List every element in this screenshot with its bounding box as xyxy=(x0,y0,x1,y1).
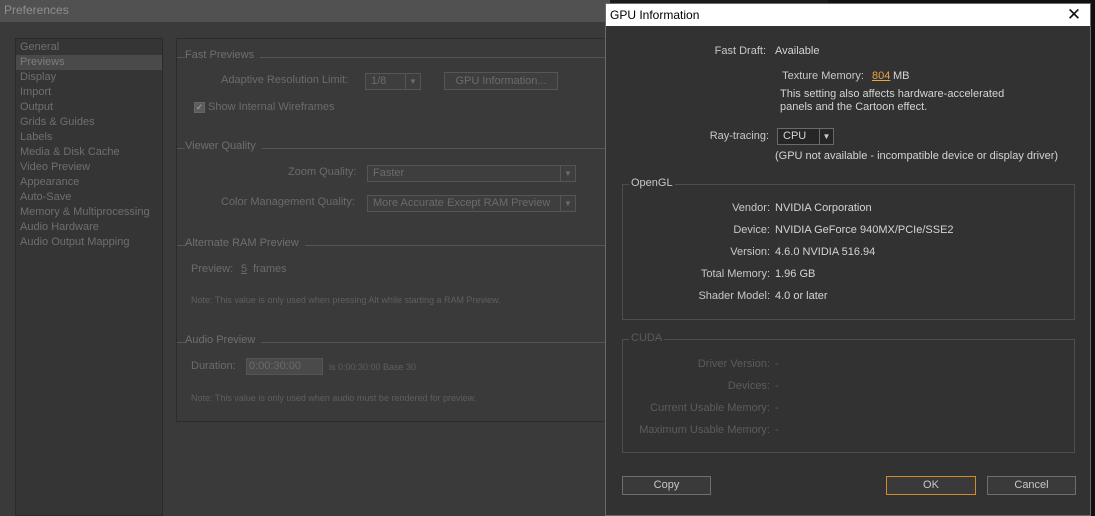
gpu-information-button[interactable]: GPU Information... xyxy=(444,72,558,90)
color-management-value: More Accurate Except RAM Preview xyxy=(373,197,551,209)
category-item-video-preview[interactable]: Video Preview xyxy=(16,160,162,175)
raytracing-value: CPU xyxy=(783,130,807,142)
category-item-display[interactable]: Display xyxy=(16,70,162,85)
duration-input[interactable]: 0:00:30:00 xyxy=(246,358,323,375)
chevron-down-icon: ▼ xyxy=(560,166,575,181)
cuda-devices-value: - xyxy=(775,380,779,392)
preferences-window: Preferences General Previews Display Imp… xyxy=(0,0,611,516)
cuda-group: CUDA Driver Version: - Devices: - Curren… xyxy=(622,332,1075,453)
duration-label: Duration: xyxy=(191,360,236,372)
texture-memory-label: Texture Memory: xyxy=(782,70,864,82)
opengl-version-label: Version: xyxy=(730,246,770,258)
fast-draft-label: Fast Draft: xyxy=(714,45,766,57)
category-item-labels[interactable]: Labels xyxy=(16,130,162,145)
category-item-previews[interactable]: Previews xyxy=(16,55,162,70)
cuda-current-memory-value: - xyxy=(775,402,779,414)
category-item-appearance[interactable]: Appearance xyxy=(16,175,162,190)
fast-previews-group: Fast Previews Adaptive Resolution Limit:… xyxy=(177,49,611,129)
raytracing-label: Ray-tracing: xyxy=(709,130,769,142)
background-strip-right xyxy=(1091,0,1095,516)
cuda-driver-version-label: Driver Version: xyxy=(697,358,770,370)
opengl-version-value: 4.6.0 NVIDIA 516.94 xyxy=(775,246,876,258)
opengl-title: OpenGL xyxy=(629,177,675,189)
show-wireframes-checkbox[interactable]: ✓ xyxy=(194,102,205,113)
raytracing-note: (GPU not available - incompatible device… xyxy=(775,150,1059,162)
opengl-shader-model-label: Shader Model: xyxy=(698,290,770,302)
chevron-down-icon: ▼ xyxy=(819,129,833,144)
raytracing-dropdown[interactable]: CPU ▼ xyxy=(777,128,834,145)
alternate-ram-group: Alternate RAM Preview Preview: 5 frames … xyxy=(177,237,611,325)
copy-button[interactable]: Copy xyxy=(622,476,711,495)
category-item-audio-output-mapping[interactable]: Audio Output Mapping xyxy=(16,235,162,250)
preferences-titlebar: Preferences xyxy=(0,0,610,22)
opengl-device-value: NVIDIA GeForce 940MX/PCIe/SSE2 xyxy=(775,224,954,236)
opengl-vendor-label: Vendor: xyxy=(732,202,770,214)
opengl-shader-model-value: 4.0 or later xyxy=(775,290,828,302)
cuda-max-memory-value: - xyxy=(775,424,779,436)
zoom-quality-dropdown[interactable]: Faster ▼ xyxy=(367,165,576,182)
gpu-dialog-titlebar[interactable]: GPU Information ✕ xyxy=(606,4,1090,26)
gpu-information-dialog: GPU Information ✕ Fast Draft: Available … xyxy=(605,3,1091,516)
preview-unit: frames xyxy=(253,263,287,275)
duration-info: is 0:00:30:00 Base 30 xyxy=(329,362,417,372)
alternate-ram-note: Note: This value is only used when press… xyxy=(191,295,501,305)
color-management-dropdown[interactable]: More Accurate Except RAM Preview ▼ xyxy=(367,195,576,212)
viewer-quality-title: Viewer Quality xyxy=(185,140,262,152)
category-item-audio-hardware[interactable]: Audio Hardware xyxy=(16,220,162,235)
category-item-grids-guides[interactable]: Grids & Guides xyxy=(16,115,162,130)
close-icon[interactable]: ✕ xyxy=(1064,5,1084,25)
cuda-devices-label: Devices: xyxy=(727,380,770,392)
audio-preview-title: Audio Preview xyxy=(185,334,262,346)
color-management-label: Color Management Quality: xyxy=(221,196,355,208)
category-item-memory-multiprocessing[interactable]: Memory & Multiprocessing xyxy=(16,205,162,220)
cuda-max-memory-label: Maximum Usable Memory: xyxy=(639,424,770,436)
category-item-auto-save[interactable]: Auto-Save xyxy=(16,190,162,205)
ok-button[interactable]: OK xyxy=(886,476,976,495)
opengl-total-memory-value: 1.96 GB xyxy=(775,268,816,280)
cancel-button[interactable]: Cancel xyxy=(987,476,1076,495)
adaptive-resolution-value: 1/8 xyxy=(371,75,387,87)
adaptive-resolution-dropdown[interactable]: 1/8 ▼ xyxy=(365,73,421,90)
opengl-total-memory-label: Total Memory: xyxy=(700,268,770,280)
category-item-general[interactable]: General xyxy=(16,40,162,55)
texture-note-line-1: This setting also affects hardware-accel… xyxy=(780,88,1005,100)
show-wireframes-label: Show Internal Wireframes xyxy=(208,101,335,113)
cuda-title: CUDA xyxy=(629,332,665,344)
chevron-down-icon: ▼ xyxy=(405,74,420,89)
chevron-down-icon: ▼ xyxy=(560,196,575,211)
opengl-vendor-value: NVIDIA Corporation xyxy=(775,202,872,214)
category-item-import[interactable]: Import xyxy=(16,85,162,100)
texture-memory-field[interactable]: 804 xyxy=(872,70,890,82)
preview-frames-field[interactable]: 5 xyxy=(241,263,247,275)
audio-preview-note: Note: This value is only used when audio… xyxy=(191,393,476,403)
zoom-quality-label: Zoom Quality: xyxy=(288,166,357,178)
opengl-group: OpenGL Vendor: NVIDIA Corporation Device… xyxy=(622,177,1075,320)
preview-label: Preview: xyxy=(191,263,234,275)
opengl-device-label: Device: xyxy=(733,224,770,236)
fast-draft-value: Available xyxy=(775,45,820,57)
adaptive-resolution-label: Adaptive Resolution Limit: xyxy=(221,74,349,86)
cuda-driver-version-value: - xyxy=(775,358,779,370)
category-item-media-disk-cache[interactable]: Media & Disk Cache xyxy=(16,145,162,160)
preferences-category-list[interactable]: General Previews Display Import Output G… xyxy=(15,38,163,516)
audio-preview-group: Audio Preview Duration: 0:00:30:00 is 0:… xyxy=(177,334,611,422)
fast-previews-title: Fast Previews xyxy=(185,49,261,61)
preferences-content-panel: Fast Previews Adaptive Resolution Limit:… xyxy=(176,38,611,422)
texture-note-line-2: panels and the Cartoon effect. xyxy=(780,101,928,113)
zoom-quality-value: Faster xyxy=(373,167,405,179)
viewer-quality-group: Viewer Quality Zoom Quality: Faster ▼ Co… xyxy=(177,140,611,226)
texture-memory-unit: MB xyxy=(893,70,910,82)
category-item-output[interactable]: Output xyxy=(16,100,162,115)
preferences-title: Preferences xyxy=(4,3,69,17)
cuda-current-memory-label: Current Usable Memory: xyxy=(650,402,770,414)
alternate-ram-title: Alternate RAM Preview xyxy=(185,237,305,249)
gpu-dialog-title: GPU Information xyxy=(610,8,700,22)
